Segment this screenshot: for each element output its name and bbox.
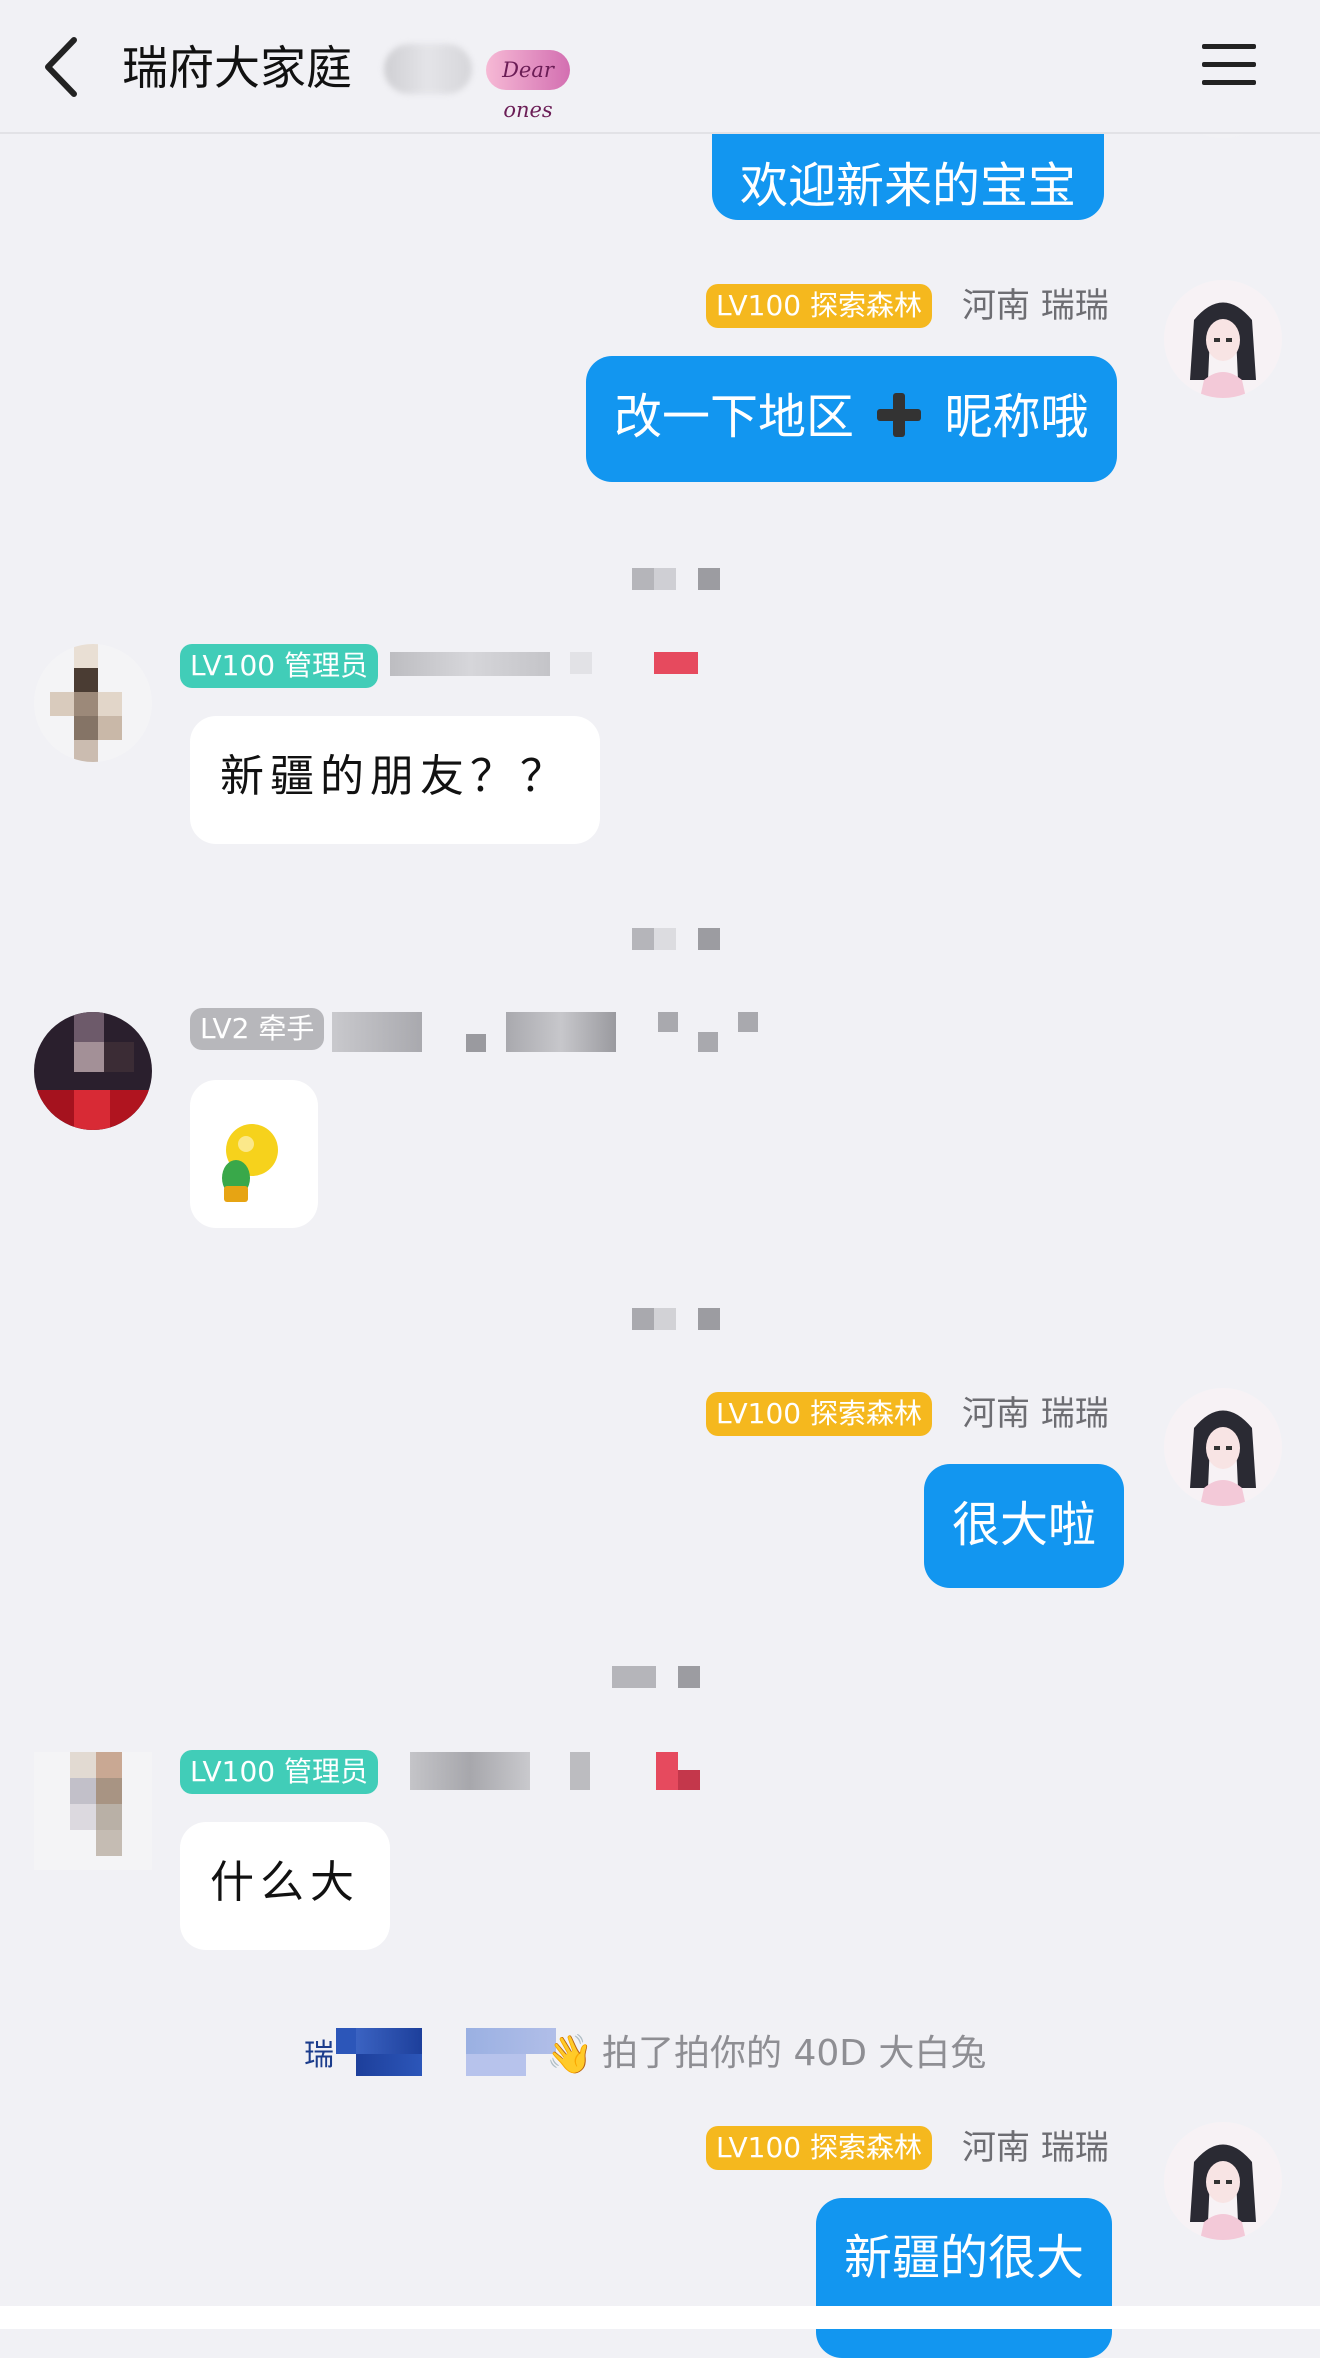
sender-name-blurred (390, 652, 700, 676)
level-tag: LV100 管理员 (180, 1750, 379, 1794)
message-bubble[interactable]: 新疆的朋友？？ (190, 716, 600, 844)
plus-icon (877, 393, 922, 437)
message-bubble[interactable]: 改一下地区 昵称哦 (586, 356, 1117, 482)
message-text: 新疆的朋友？？ (220, 751, 570, 802)
timestamp (632, 568, 722, 592)
message-text: 改一下地区 (614, 389, 855, 445)
group-badge: Dear ones (486, 50, 570, 122)
level-tag: LV100 探索森林 (706, 1392, 933, 1436)
message-text: 新疆的很大 (844, 2230, 1085, 2286)
menu-icon[interactable] (1200, 42, 1258, 88)
bulb-sticker (222, 1124, 278, 1202)
avatar[interactable] (1164, 2122, 1282, 2240)
chat-header: 瑞府大家庭 Dear ones (0, 0, 1320, 134)
back-icon[interactable] (38, 34, 88, 100)
level-tag: LV100 探索森林 (706, 2126, 933, 2170)
sender-name: 河南 瑞瑞 (962, 2128, 1109, 2168)
message-bubble[interactable]: 很大啦 (924, 1464, 1125, 1588)
avatar-girl-icon (1164, 1388, 1282, 1506)
message-text: 欢迎新来的宝宝 (740, 158, 1077, 214)
message-bubble[interactable]: 新疆的很大 (816, 2198, 1113, 2358)
avatar[interactable] (34, 644, 152, 762)
level-tag: LV100 管理员 (180, 644, 379, 688)
avatar[interactable] (1164, 1388, 1282, 1506)
wave-icon: 👋 (546, 2032, 594, 2076)
avatar[interactable] (1164, 280, 1282, 398)
avatar[interactable] (34, 1752, 152, 1870)
message-text: 昵称哦 (944, 389, 1089, 445)
system-text: 拍了拍你的 40D 大白兔 (602, 2033, 987, 2074)
level-tag: LV2 牵手 (190, 1008, 325, 1050)
timestamp (632, 928, 722, 952)
level-tag: LV100 探索森林 (706, 284, 933, 328)
timestamp (612, 1666, 702, 1690)
message-text: 很大啦 (952, 1497, 1097, 1553)
sender-name-blurred (410, 1752, 710, 1792)
poker-name-prefix: 瑞 (304, 2038, 334, 2073)
message-text: 什么大 (210, 1857, 360, 1908)
timestamp (632, 1308, 722, 1332)
avatar-girl-icon (1164, 280, 1282, 398)
sender-name: 河南 瑞瑞 (962, 286, 1109, 326)
message-bubble[interactable]: 什么大 (180, 1822, 390, 1950)
sender-name-blurred (332, 1012, 772, 1052)
sticker-bubble[interactable] (190, 1080, 318, 1228)
avatar[interactable] (34, 1012, 152, 1130)
chat-title[interactable]: 瑞府大家庭 (122, 38, 352, 98)
title-blurred-suffix (384, 44, 472, 94)
avatar-girl-icon (1164, 2122, 1282, 2240)
sender-name: 河南 瑞瑞 (962, 1394, 1109, 1434)
bottom-watermark-strip (0, 2306, 1320, 2329)
